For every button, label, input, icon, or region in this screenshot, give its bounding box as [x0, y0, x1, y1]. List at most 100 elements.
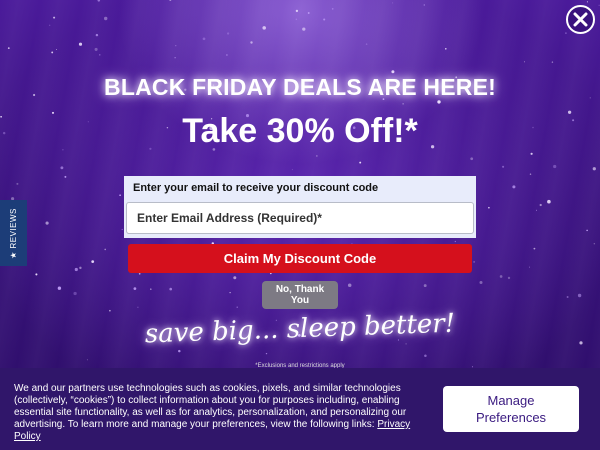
sparkle: [79, 266, 82, 270]
sparkle: [553, 164, 557, 169]
sparkle: [316, 155, 318, 157]
sparkle: [229, 291, 231, 294]
cookie-notice: We and our partners use technologies suc…: [14, 383, 434, 443]
sparkle: [445, 48, 447, 50]
sparkle: [226, 54, 228, 56]
sparkle: [55, 49, 57, 50]
sparkle: [565, 32, 567, 34]
promo-headline: BLACK FRIDAY DEALS ARE HERE!: [104, 74, 496, 100]
sparkle: [74, 267, 78, 272]
sparkle: [86, 359, 88, 361]
sparkle: [529, 173, 532, 175]
sparkle: [566, 296, 569, 298]
sparkle: [64, 175, 67, 178]
sparkle: [529, 266, 530, 268]
email-form: Enter your email to receive your discoun…: [124, 176, 476, 238]
sparkle: [295, 18, 298, 21]
email-input[interactable]: [126, 202, 474, 234]
sparkle: [175, 45, 177, 47]
sparkle: [533, 247, 536, 250]
sparkle: [73, 291, 77, 296]
email-label: Enter your email to receive your discoun…: [133, 182, 379, 194]
sparkle: [94, 47, 98, 51]
sparkle: [265, 352, 268, 355]
sparkle: [250, 41, 253, 44]
sparkle: [16, 182, 19, 185]
no-thanks-button[interactable]: No, Thank You: [262, 281, 338, 309]
sparkle: [535, 209, 538, 211]
sparkle: [331, 8, 334, 10]
sparkle: [60, 166, 64, 170]
sparkle: [392, 2, 394, 4]
sparkle: [598, 4, 600, 6]
sparkle: [169, 0, 172, 2]
sparkle: [424, 354, 427, 358]
sparkle: [512, 185, 516, 189]
sparkle: [347, 283, 352, 288]
claim-discount-button[interactable]: Claim My Discount Code: [128, 244, 472, 273]
sparkle: [586, 1, 588, 3]
sparkle: [524, 61, 525, 63]
sparkle: [470, 157, 474, 161]
sparkle: [547, 199, 551, 204]
reviews-tab[interactable]: ★ REVIEWS: [0, 200, 27, 266]
sparkle: [479, 280, 483, 285]
sparkle: [51, 51, 54, 54]
sparkle: [423, 284, 427, 288]
sparkle: [423, 4, 426, 6]
sparkle: [169, 287, 173, 291]
sparkle: [499, 275, 503, 278]
sparkle: [391, 70, 395, 74]
sparkle: [295, 9, 299, 13]
sparkle: [551, 61, 554, 63]
sparkle: [57, 286, 62, 290]
close-button[interactable]: [566, 5, 595, 34]
sparkle: [302, 27, 306, 31]
sparkle: [35, 273, 38, 276]
sparkle: [103, 16, 108, 21]
sparkle: [359, 161, 362, 164]
sparkle: [473, 261, 475, 263]
sparkle: [174, 57, 176, 59]
sparkle: [49, 24, 51, 26]
sparkle: [323, 18, 326, 21]
discount-offer: Take 30% Off!*: [182, 112, 418, 150]
close-icon: [573, 12, 588, 27]
cookie-banner: We and our partners use technologies suc…: [0, 368, 600, 450]
sparkle: [307, 12, 310, 14]
sparkle: [226, 32, 230, 35]
sparkle: [488, 206, 490, 209]
sparkle: [577, 293, 582, 298]
sparkle: [502, 165, 505, 168]
sparkle: [53, 16, 56, 19]
sparkle: [45, 221, 49, 225]
sparkle: [137, 306, 139, 308]
sparkle: [109, 309, 111, 312]
sparkle: [402, 103, 404, 105]
cookie-text: We and our partners use technologies suc…: [14, 383, 407, 430]
sparkle: [150, 288, 152, 290]
sparkle: [95, 33, 99, 37]
reviews-tab-label: ★ REVIEWS: [9, 207, 19, 259]
sparkle: [539, 203, 542, 207]
sparkle: [530, 152, 533, 155]
sparkle: [233, 276, 237, 280]
sparkle: [178, 349, 181, 353]
sparkle: [291, 169, 293, 171]
sparkle: [97, 0, 101, 2]
sparkle: [262, 26, 266, 30]
sparkle: [99, 54, 101, 56]
sparkle: [119, 194, 121, 197]
sparkle: [405, 343, 407, 345]
sparkle: [454, 240, 456, 243]
sparkle: [507, 276, 511, 280]
sparkle: [365, 43, 368, 45]
sparkle: [138, 272, 141, 275]
sparkle: [91, 260, 95, 263]
manage-preferences-button[interactable]: Manage Preferences: [443, 386, 579, 432]
sparkle: [586, 229, 588, 232]
sparkle: [78, 42, 83, 46]
sparkle: [202, 37, 206, 41]
sparkle: [236, 306, 238, 308]
sparkle: [593, 243, 595, 245]
